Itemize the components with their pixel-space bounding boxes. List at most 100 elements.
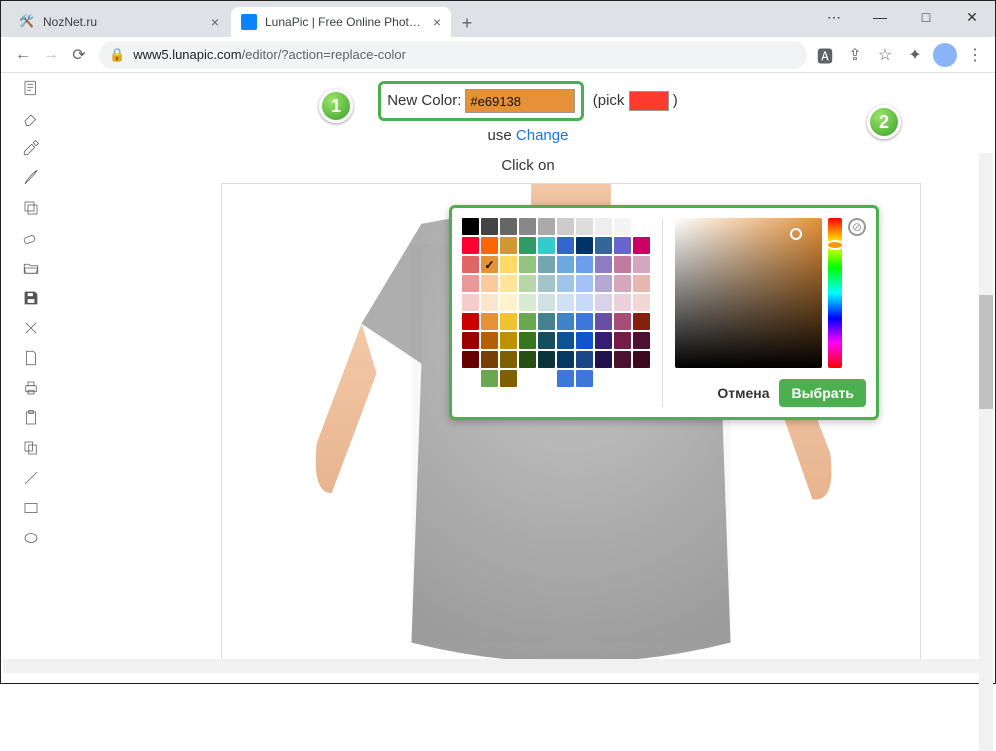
swatch[interactable]: [519, 332, 536, 349]
swatch[interactable]: [576, 275, 593, 292]
tool-clipboard-icon[interactable]: [20, 407, 42, 429]
cancel-button[interactable]: Отмена: [717, 385, 769, 401]
swatch[interactable]: [595, 294, 612, 311]
swatch[interactable]: [538, 275, 555, 292]
sv-handle[interactable]: [790, 228, 802, 240]
swatch[interactable]: [481, 275, 498, 292]
swatch[interactable]: [614, 256, 631, 273]
close-icon[interactable]: ×: [433, 14, 441, 30]
kebab-menu-icon[interactable]: ⋮: [963, 43, 987, 67]
swatch[interactable]: [481, 332, 498, 349]
swatch[interactable]: [519, 351, 536, 368]
swatch[interactable]: [557, 237, 574, 254]
swatch[interactable]: [576, 351, 593, 368]
swatch[interactable]: [595, 351, 612, 368]
swatch[interactable]: [519, 294, 536, 311]
swatch[interactable]: [500, 332, 517, 349]
swatch[interactable]: [595, 218, 612, 235]
swatch[interactable]: [557, 218, 574, 235]
swatch[interactable]: [481, 256, 498, 273]
tab-noznet[interactable]: 🛠️ NozNet.ru ×: [9, 7, 229, 37]
swatch[interactable]: [614, 351, 631, 368]
swatch[interactable]: [576, 313, 593, 330]
swatch[interactable]: [557, 351, 574, 368]
swatch[interactable]: [500, 313, 517, 330]
swatch[interactable]: [576, 370, 593, 387]
swatch[interactable]: [614, 275, 631, 292]
swatch[interactable]: [595, 256, 612, 273]
swatch[interactable]: [557, 256, 574, 273]
url-field[interactable]: 🔒 www5.lunapic.com/editor/?action=replac…: [99, 41, 807, 69]
swatch[interactable]: [538, 256, 555, 273]
swatch[interactable]: [633, 256, 650, 273]
minimize-button[interactable]: —: [857, 1, 903, 33]
vertical-scrollbar-thumb[interactable]: [979, 295, 993, 409]
tool-copy-icon[interactable]: [20, 437, 42, 459]
swatch[interactable]: [576, 237, 593, 254]
tool-save-icon[interactable]: [20, 287, 42, 309]
swatch[interactable]: [538, 313, 555, 330]
swatch[interactable]: [538, 351, 555, 368]
tool-brush-icon[interactable]: [20, 167, 42, 189]
swatch[interactable]: [538, 294, 555, 311]
star-icon[interactable]: ☆: [873, 43, 897, 67]
maximize-button[interactable]: □: [903, 1, 949, 33]
swatch[interactable]: [519, 218, 536, 235]
swatch[interactable]: [614, 294, 631, 311]
profile-avatar[interactable]: [933, 43, 957, 67]
change-link[interactable]: Change: [516, 127, 569, 144]
swatch[interactable]: [633, 351, 650, 368]
close-icon[interactable]: ×: [211, 14, 219, 30]
swatch[interactable]: [614, 237, 631, 254]
forward-button[interactable]: →: [37, 41, 65, 69]
swatch[interactable]: [557, 275, 574, 292]
swatch[interactable]: [462, 313, 479, 330]
swatch[interactable]: [500, 370, 517, 387]
no-color-icon[interactable]: ⊘: [848, 218, 866, 236]
swatch[interactable]: [595, 237, 612, 254]
swatch[interactable]: [500, 275, 517, 292]
swatch[interactable]: [633, 332, 650, 349]
swatch[interactable]: [633, 294, 650, 311]
swatch[interactable]: [500, 351, 517, 368]
tool-note-icon[interactable]: [20, 77, 42, 99]
close-window-button[interactable]: ✕: [949, 1, 995, 33]
swatch[interactable]: [462, 294, 479, 311]
tab-lunapic[interactable]: LunaPic | Free Online Photo Editor ×: [231, 7, 451, 37]
tool-new-icon[interactable]: [20, 347, 42, 369]
tool-layers-icon[interactable]: [20, 197, 42, 219]
tool-eyedropper-icon[interactable]: [20, 137, 42, 159]
swatch[interactable]: [481, 294, 498, 311]
swatch[interactable]: [614, 332, 631, 349]
tool-ellipse-icon[interactable]: [20, 527, 42, 549]
swatch[interactable]: [557, 313, 574, 330]
swatch[interactable]: [500, 218, 517, 235]
swatch[interactable]: [538, 332, 555, 349]
vertical-scrollbar-track[interactable]: [979, 153, 993, 751]
translate-icon[interactable]: 🅰: [813, 43, 837, 67]
swatch[interactable]: [481, 351, 498, 368]
swatch[interactable]: [500, 256, 517, 273]
swatch[interactable]: [519, 237, 536, 254]
swatch[interactable]: [633, 275, 650, 292]
tool-eraser2-icon[interactable]: [20, 227, 42, 249]
swatch[interactable]: [576, 332, 593, 349]
tool-print-icon[interactable]: [20, 377, 42, 399]
swatch[interactable]: [633, 313, 650, 330]
swatch[interactable]: [595, 313, 612, 330]
choose-button[interactable]: Выбрать: [779, 379, 866, 407]
reload-button[interactable]: ⟳: [65, 41, 93, 69]
swatch[interactable]: [462, 275, 479, 292]
swatch[interactable]: [519, 256, 536, 273]
swatch[interactable]: [614, 218, 631, 235]
chrome-menu-icon[interactable]: ⋯: [811, 1, 857, 33]
swatch[interactable]: [462, 351, 479, 368]
pick-color-swatch[interactable]: [629, 91, 669, 111]
swatch[interactable]: [538, 237, 555, 254]
tool-line-icon[interactable]: [20, 467, 42, 489]
swatch[interactable]: [633, 218, 650, 235]
swatch[interactable]: [462, 332, 479, 349]
swatch[interactable]: [557, 294, 574, 311]
new-tab-button[interactable]: +: [453, 9, 481, 37]
swatch[interactable]: [519, 275, 536, 292]
